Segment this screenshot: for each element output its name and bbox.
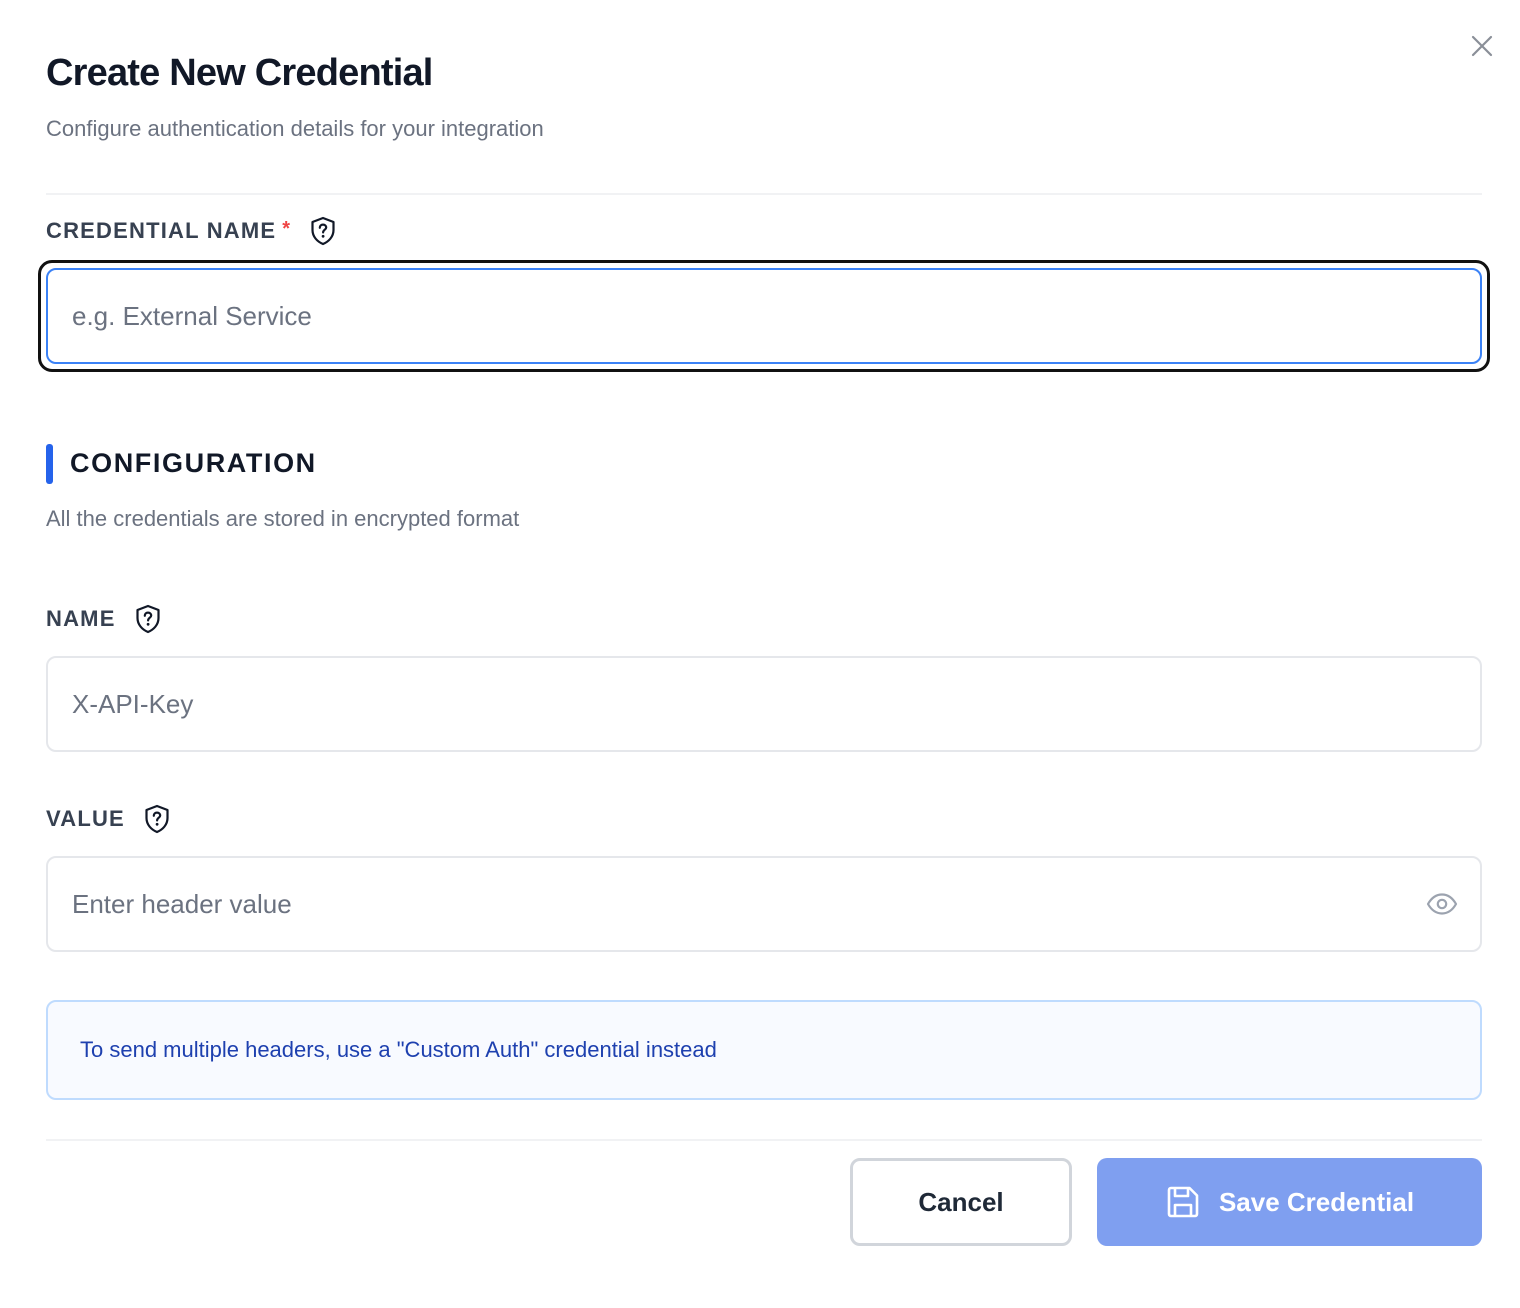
eye-icon bbox=[1426, 893, 1458, 915]
info-callout: To send multiple headers, use a "Custom … bbox=[46, 1000, 1482, 1100]
shield-question-icon bbox=[311, 216, 335, 246]
header-name-label-row: NAME bbox=[46, 604, 162, 634]
header-name-help[interactable] bbox=[134, 604, 162, 634]
header-value-help[interactable] bbox=[143, 804, 171, 834]
cancel-button[interactable]: Cancel bbox=[850, 1158, 1072, 1246]
save-credential-button[interactable]: Save Credential bbox=[1097, 1158, 1482, 1246]
toggle-visibility-button[interactable] bbox=[1424, 888, 1460, 920]
header-value-label-row: VALUE bbox=[46, 804, 171, 834]
shield-question-icon bbox=[145, 804, 169, 834]
close-icon bbox=[1471, 35, 1493, 57]
shield-question-icon bbox=[135, 604, 160, 634]
header-value-label: VALUE bbox=[46, 806, 125, 831]
credential-name-label-row: CREDENTIAL NAME * bbox=[46, 216, 337, 246]
header-name-label: NAME bbox=[46, 606, 116, 631]
close-button[interactable] bbox=[1464, 28, 1500, 64]
floppy-disk-icon bbox=[1165, 1184, 1201, 1220]
header-name-input[interactable] bbox=[46, 656, 1482, 752]
dialog-title: Create New Credential bbox=[46, 52, 433, 94]
required-asterisk: * bbox=[282, 217, 292, 240]
create-credential-dialog: Create New Credential Configure authenti… bbox=[0, 0, 1520, 1308]
credential-name-input[interactable] bbox=[46, 268, 1482, 364]
header-divider bbox=[46, 193, 1482, 195]
header-value-input[interactable] bbox=[46, 856, 1482, 952]
info-text: To send multiple headers, use a "Custom … bbox=[80, 1037, 717, 1062]
credential-name-help[interactable] bbox=[309, 216, 337, 246]
section-accent-bar bbox=[46, 444, 53, 484]
footer-divider bbox=[46, 1139, 1482, 1141]
save-credential-label: Save Credential bbox=[1218, 1186, 1415, 1217]
dialog-subtitle: Configure authentication details for you… bbox=[46, 116, 544, 141]
configuration-title: CONFIGURATION bbox=[70, 448, 317, 478]
configuration-subtitle: All the credentials are stored in encryp… bbox=[46, 506, 520, 531]
credential-name-label: CREDENTIAL NAME bbox=[46, 218, 277, 243]
